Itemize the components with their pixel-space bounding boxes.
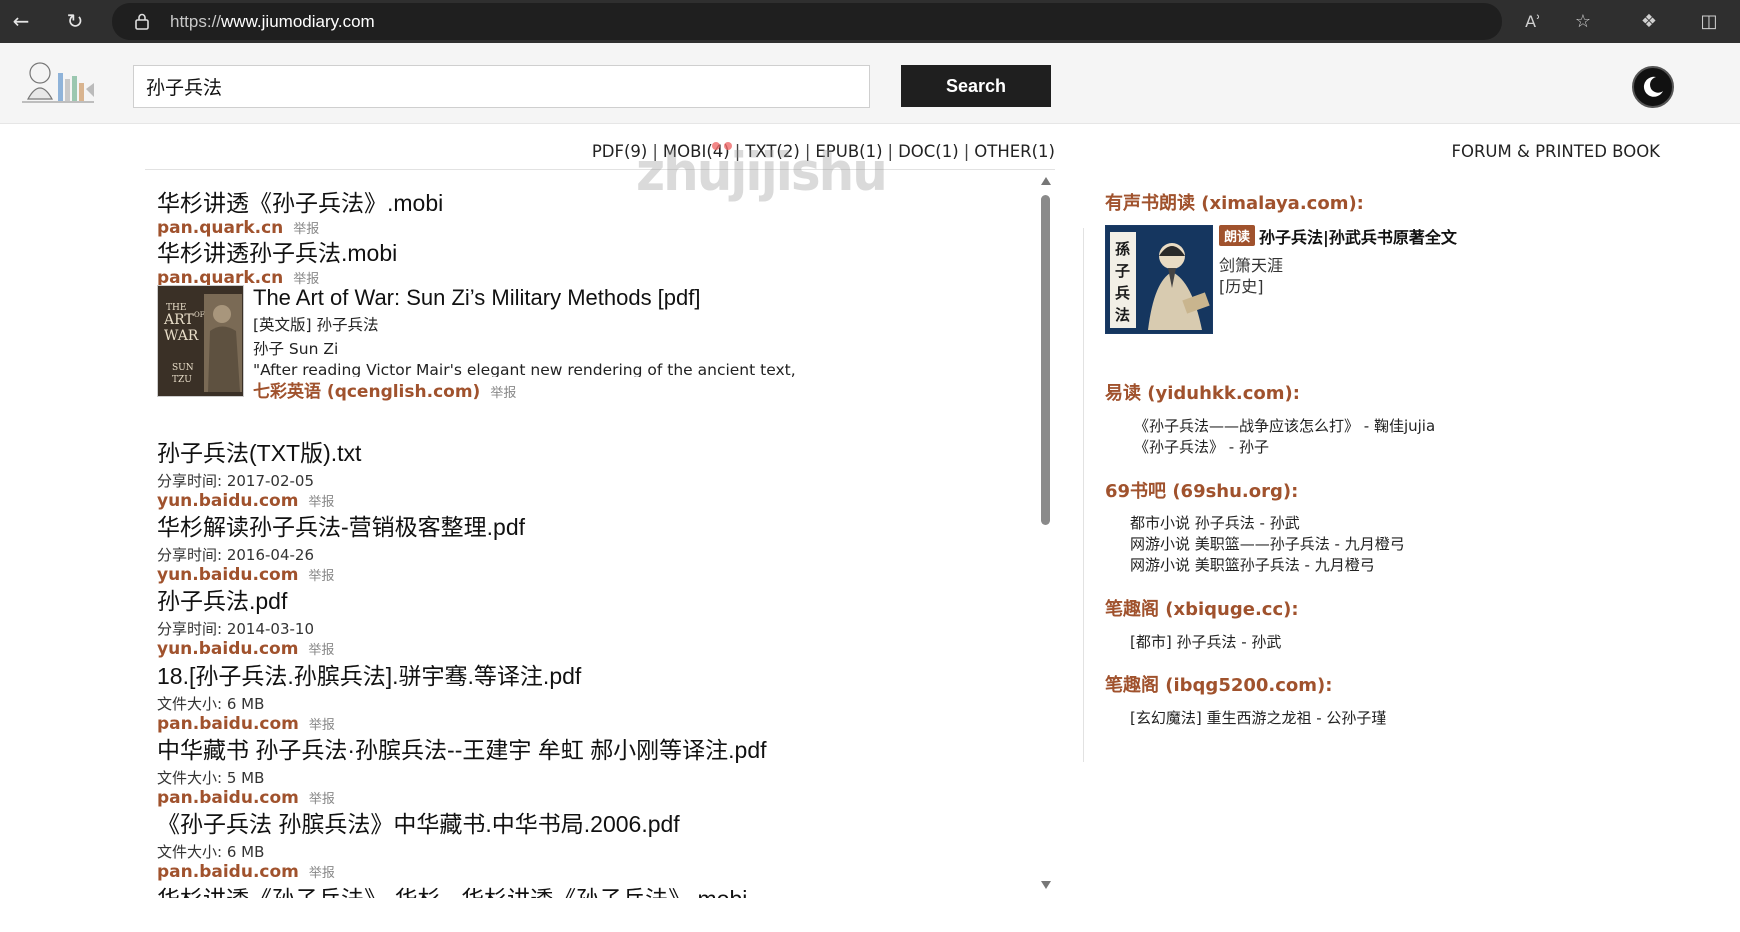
svg-text:兵: 兵 <box>1115 284 1130 302</box>
search-input[interactable] <box>133 65 870 108</box>
result-title[interactable]: 孙子兵法.pdf <box>157 582 334 616</box>
result-item: 孙子兵法.pdf 分享时间: 2014-03-10 yun.baidu.com 举… <box>157 582 334 659</box>
filter-other[interactable]: OTHER(1) <box>974 142 1055 161</box>
site-header: Search <box>0 43 1740 124</box>
scroll-up-arrow-icon[interactable] <box>1041 177 1051 185</box>
result-meta: 分享时间: 2016-04-26 <box>157 546 314 564</box>
search-button[interactable]: Search <box>901 65 1051 107</box>
format-filter-bar: PDF(9) | MOBI(4) | TXT(2) | EPUB(1) | DOC(1) | OTH… <box>145 142 1055 170</box>
result-title[interactable]: 孙子兵法(TXT版).txt <box>157 434 361 468</box>
lock-icon <box>135 13 149 30</box>
read-aloud-badge: 朗读 <box>1219 225 1256 246</box>
book-source[interactable]: 七彩英语 (qcenglish.com) <box>253 382 480 402</box>
sidebar-book-link[interactable]: 《孙子兵法——战争应该怎么打》 - 鞠佳jujia <box>1134 415 1435 436</box>
result-title[interactable]: 《孙子兵法 孙膑兵法》中华藏书.中华书局.2006.pdf <box>157 805 680 839</box>
result-title[interactable]: 华杉讲透《孙子兵法》.mobi <box>157 184 443 218</box>
svg-text:法: 法 <box>1115 306 1130 324</box>
scroll-down-arrow-icon[interactable] <box>1041 881 1051 889</box>
audio-book-title[interactable]: 朗读 孙子兵法|孙武兵书原著全文 <box>1219 224 1457 248</box>
sidebar-divider <box>1083 228 1084 762</box>
sidebar-book-link[interactable]: [都市] 孙子兵法 - 孙武 <box>1130 631 1281 652</box>
result-item: 华杉讲透孙子兵法.mobi pan.quark.cn 举报 <box>157 234 397 288</box>
svg-text:OF: OF <box>194 311 205 319</box>
sidebar-heading-69shu[interactable]: 69书吧 (69shu.org): <box>1105 477 1298 503</box>
svg-text:WAR: WAR <box>164 328 199 344</box>
audio-cover-art: 孫 子 兵 法 <box>1106 226 1212 333</box>
address-bar[interactable]: https://www.jiumodiary.com <box>112 3 1502 40</box>
browser-toolbar: ← ↻ https://www.jiumodiary.com Aʾ ☆ ❖ ◫ <box>0 0 1740 43</box>
result-item: 华杉讲透《孙子兵法》-华杉 - 华杉讲透《孙子兵法》.mobi <box>157 880 747 898</box>
svg-text:孫: 孫 <box>1115 240 1130 258</box>
dark-mode-toggle[interactable] <box>1632 66 1674 108</box>
sidebar-book-link[interactable]: 网游小说 美职篮孙子兵法 - 九月橙弓 <box>1130 554 1375 575</box>
book-title[interactable]: The Art of War: Sun Zi’s Military Method… <box>253 285 973 311</box>
svg-text:ART: ART <box>163 312 194 328</box>
filter-doc[interactable]: DOC(1) <box>898 142 959 161</box>
result-title[interactable]: 中华藏书 孙子兵法·孙膑兵法--王建宇 牟虹 郝小刚等译注.pdf <box>157 731 767 765</box>
report-link[interactable]: 举报 <box>309 866 335 881</box>
result-meta: 分享时间: 2017-02-05 <box>157 472 314 490</box>
book-author: 孙子 Sun Zi <box>253 340 339 358</box>
result-meta: 文件大小: 6 MB <box>157 695 265 713</box>
site-logo-icon[interactable] <box>18 59 96 105</box>
book-subtitle: [英文版] 孙子兵法 <box>253 316 379 334</box>
split-screen-icon[interactable]: ◫ <box>1694 6 1724 36</box>
result-item: 18.[孙子兵法.孙膑兵法].骈宇骞.等译注.pdf 文件大小: 6 MB pa… <box>157 657 581 734</box>
book-cover[interactable]: THE ART OF WAR SUN TZU <box>157 285 244 397</box>
result-item: 中华藏书 孙子兵法·孙膑兵法--王建宇 牟虹 郝小刚等译注.pdf 文件大小: … <box>157 731 767 808</box>
result-title[interactable]: 华杉讲透孙子兵法.mobi <box>157 234 397 268</box>
svg-text:TZU: TZU <box>172 375 192 385</box>
refresh-icon[interactable]: ↻ <box>60 6 90 36</box>
scroll-thumb[interactable] <box>1041 195 1050 525</box>
result-item: 《孙子兵法 孙膑兵法》中华藏书.中华书局.2006.pdf 文件大小: 6 MB… <box>157 805 680 882</box>
sidebar-heading-xbiquge[interactable]: 笔趣阁 (xbiquge.cc): <box>1105 595 1299 621</box>
audio-book-cover[interactable]: 孫 子 兵 法 <box>1105 225 1213 334</box>
back-arrow-icon[interactable]: ← <box>6 6 36 36</box>
sidebar-book-link[interactable]: [玄幻魔法] 重生西游之龙祖 - 公孙子瑾 <box>1130 707 1386 728</box>
read-aloud-icon[interactable]: Aʾ <box>1518 6 1548 36</box>
result-item: 孙子兵法(TXT版).txt 分享时间: 2017-02-05 yun.baid… <box>157 434 361 511</box>
svg-text:SUN: SUN <box>172 363 194 373</box>
result-title[interactable]: 18.[孙子兵法.孙膑兵法].骈宇骞.等译注.pdf <box>157 657 581 691</box>
sidebar-book-link[interactable]: 《孙子兵法》 - 孙子 <box>1134 436 1269 457</box>
result-item: 华杉讲透《孙子兵法》.mobi pan.quark.cn 举报 <box>157 184 443 238</box>
sidebar-book-link[interactable]: 都市小说 孙子兵法 - 孙武 <box>1130 512 1300 533</box>
result-meta: 文件大小: 5 MB <box>157 769 265 787</box>
result-meta: 文件大小: 6 MB <box>157 843 265 861</box>
sidebar-heading-yiduhkk[interactable]: 易读 (yiduhkk.com): <box>1105 379 1300 405</box>
result-source[interactable]: yun.baidu.com <box>157 639 298 659</box>
svg-text:子: 子 <box>1115 262 1130 280</box>
result-source[interactable]: pan.baidu.com <box>157 862 299 882</box>
book-card: THE ART OF WAR SUN TZU The Art of War: S… <box>157 285 977 402</box>
sidebar-book-link[interactable]: 网游小说 美职篮——孙子兵法 - 九月橙弓 <box>1130 533 1405 554</box>
book-card-body: The Art of War: Sun Zi’s Military Method… <box>253 285 973 402</box>
results-list: 华杉讲透《孙子兵法》.mobi pan.quark.cn 举报 华杉讲透孙子兵法.… <box>145 182 1035 898</box>
result-item: 华杉解读孙子兵法-营销极客整理.pdf 分享时间: 2016-04-26 yun… <box>157 508 525 585</box>
result-meta: 分享时间: 2014-03-10 <box>157 620 314 638</box>
report-link[interactable]: 举报 <box>490 386 516 401</box>
report-link[interactable]: 举报 <box>308 643 334 658</box>
moon-icon <box>1643 76 1663 97</box>
favorite-star-icon[interactable]: ☆ <box>1568 6 1598 36</box>
results-scrollbar[interactable] <box>1036 177 1054 890</box>
audio-book-category: [历史] <box>1219 277 1264 296</box>
watermark-dots <box>712 142 732 150</box>
sidebar-heading-ibqg5200[interactable]: 笔趣阁 (ibqg5200.com): <box>1105 671 1332 697</box>
book-cover-art: THE ART OF WAR SUN TZU <box>158 286 243 396</box>
url-text: https://www.jiumodiary.com <box>170 12 375 31</box>
sidebar-heading-ximalaya[interactable]: 有声书朗读 (ximalaya.com): <box>1105 189 1364 215</box>
result-title[interactable]: 华杉讲透《孙子兵法》-华杉 - 华杉讲透《孙子兵法》.mobi <box>157 880 747 898</box>
extensions-icon[interactable]: ❖ <box>1634 6 1664 36</box>
forum-printed-book-link[interactable]: FORUM & PRINTED BOOK <box>1380 142 1660 161</box>
book-excerpt: "After reading Victor Mair's elegant new… <box>253 361 796 377</box>
result-title[interactable]: 华杉解读孙子兵法-营销极客整理.pdf <box>157 508 525 542</box>
